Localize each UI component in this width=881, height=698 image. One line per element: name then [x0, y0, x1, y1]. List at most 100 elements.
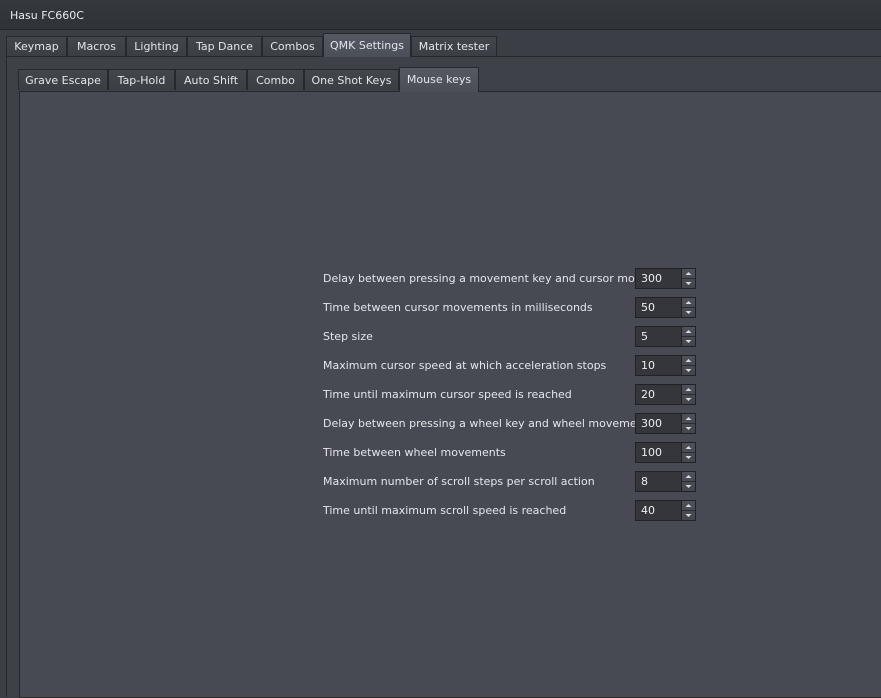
- setting-row: Time until maximum cursor speed is reach…: [323, 384, 703, 406]
- setting-spinbox[interactable]: 50: [635, 297, 696, 318]
- arrow-up-icon: [685, 446, 692, 449]
- setting-spinbox[interactable]: 10: [635, 355, 696, 376]
- arrow-up-icon: [685, 475, 692, 478]
- spinbox-buttons: [681, 269, 695, 288]
- tab-combos[interactable]: Combos: [262, 36, 323, 56]
- spinbox-value[interactable]: 100: [641, 446, 662, 459]
- tab-keymap[interactable]: Keymap: [6, 36, 67, 56]
- spin-up-button[interactable]: [682, 414, 695, 424]
- arrow-up-icon: [685, 301, 692, 304]
- arrow-down-icon: [685, 282, 692, 285]
- setting-row: Step size 5: [323, 326, 703, 348]
- arrow-down-icon: [685, 514, 692, 517]
- spin-down-button[interactable]: [682, 308, 695, 317]
- tab-matrix-tester[interactable]: Matrix tester: [411, 36, 497, 56]
- setting-label: Time between wheel movements: [323, 446, 506, 459]
- main-tab-bar: Keymap Macros Lighting Tap Dance Combos …: [0, 30, 881, 57]
- setting-row: Delay between pressing a movement key an…: [323, 268, 703, 290]
- spin-up-button[interactable]: [682, 472, 695, 482]
- spinbox-buttons: [681, 327, 695, 346]
- setting-row: Delay between pressing a wheel key and w…: [323, 413, 703, 435]
- arrow-up-icon: [685, 359, 692, 362]
- arrow-down-icon: [685, 311, 692, 314]
- arrow-down-icon: [685, 427, 692, 430]
- setting-spinbox[interactable]: 300: [635, 413, 696, 434]
- setting-label: Time until maximum cursor speed is reach…: [323, 388, 572, 401]
- setting-spinbox[interactable]: 100: [635, 442, 696, 463]
- setting-label: Time until maximum scroll speed is reach…: [323, 504, 567, 517]
- spin-up-button[interactable]: [682, 298, 695, 308]
- subtab-auto-shift[interactable]: Auto Shift: [175, 69, 247, 90]
- setting-row: Maximum number of scroll steps per scrol…: [323, 471, 703, 493]
- setting-row: Time between cursor movements in millise…: [323, 297, 703, 319]
- arrow-down-icon: [685, 485, 692, 488]
- spin-up-button[interactable]: [682, 327, 695, 337]
- spin-up-button[interactable]: [682, 501, 695, 511]
- setting-label: Time between cursor movements in millise…: [323, 301, 593, 314]
- setting-spinbox[interactable]: 40: [635, 500, 696, 521]
- arrow-down-icon: [685, 340, 692, 343]
- setting-row: Time between wheel movements 100: [323, 442, 703, 464]
- spinbox-buttons: [681, 443, 695, 462]
- setting-spinbox[interactable]: 300: [635, 268, 696, 289]
- setting-spinbox[interactable]: 8: [635, 471, 696, 492]
- title-bar: Hasu FC660C: [0, 0, 881, 30]
- spin-up-button[interactable]: [682, 385, 695, 395]
- spinbox-buttons: [681, 501, 695, 520]
- window-title: Hasu FC660C: [10, 9, 84, 22]
- spinbox-value[interactable]: 40: [641, 504, 655, 517]
- spinbox-value[interactable]: 20: [641, 388, 655, 401]
- setting-label: Delay between pressing a movement key an…: [323, 272, 677, 285]
- spin-down-button[interactable]: [682, 279, 695, 288]
- spinbox-buttons: [681, 298, 695, 317]
- subtab-mouse-keys[interactable]: Mouse keys: [399, 67, 479, 92]
- spinbox-buttons: [681, 385, 695, 404]
- spin-up-button[interactable]: [682, 443, 695, 453]
- spinbox-buttons: [681, 414, 695, 433]
- spin-down-button[interactable]: [682, 511, 695, 520]
- setting-row: Time until maximum scroll speed is reach…: [323, 500, 703, 522]
- setting-label: Maximum number of scroll steps per scrol…: [323, 475, 595, 488]
- spin-down-button[interactable]: [682, 424, 695, 433]
- spinbox-value[interactable]: 300: [641, 272, 662, 285]
- spinbox-buttons: [681, 356, 695, 375]
- arrow-up-icon: [685, 388, 692, 391]
- spin-up-button[interactable]: [682, 269, 695, 279]
- sub-tab-bar: Grave Escape Tap-Hold Auto Shift Combo O…: [7, 57, 881, 92]
- spin-up-button[interactable]: [682, 356, 695, 366]
- spinbox-value[interactable]: 50: [641, 301, 655, 314]
- spin-down-button[interactable]: [682, 395, 695, 404]
- subtab-tap-hold[interactable]: Tap-Hold: [108, 69, 175, 90]
- setting-spinbox[interactable]: 5: [635, 326, 696, 347]
- subtab-one-shot-keys[interactable]: One Shot Keys: [304, 69, 399, 90]
- spin-down-button[interactable]: [682, 482, 695, 491]
- subtab-grave-escape[interactable]: Grave Escape: [18, 69, 108, 90]
- arrow-down-icon: [685, 398, 692, 401]
- spinbox-value[interactable]: 300: [641, 417, 662, 430]
- setting-label: Step size: [323, 330, 373, 343]
- qmk-settings-pane: Grave Escape Tap-Hold Auto Shift Combo O…: [6, 56, 881, 698]
- setting-label: Delay between pressing a wheel key and w…: [323, 417, 648, 430]
- spinbox-value[interactable]: 8: [641, 475, 648, 488]
- spinbox-value[interactable]: 10: [641, 359, 655, 372]
- spin-down-button[interactable]: [682, 337, 695, 346]
- mouse-keys-panel: Delay between pressing a movement key an…: [19, 91, 881, 698]
- spin-down-button[interactable]: [682, 453, 695, 462]
- spin-down-button[interactable]: [682, 366, 695, 375]
- spinbox-buttons: [681, 472, 695, 491]
- tab-tap-dance[interactable]: Tap Dance: [187, 36, 262, 56]
- tab-lighting[interactable]: Lighting: [126, 36, 187, 56]
- setting-label: Maximum cursor speed at which accelerati…: [323, 359, 607, 372]
- arrow-up-icon: [685, 272, 692, 275]
- arrow-down-icon: [685, 456, 692, 459]
- tab-qmk-settings[interactable]: QMK Settings: [323, 33, 411, 57]
- setting-spinbox[interactable]: 20: [635, 384, 696, 405]
- tab-macros[interactable]: Macros: [67, 36, 126, 56]
- setting-row: Maximum cursor speed at which accelerati…: [323, 355, 703, 377]
- app-window: Hasu FC660C Keymap Macros Lighting Tap D…: [0, 0, 881, 698]
- arrow-up-icon: [685, 504, 692, 507]
- spinbox-value[interactable]: 5: [641, 330, 648, 343]
- arrow-up-icon: [685, 417, 692, 420]
- subtab-combo[interactable]: Combo: [247, 69, 304, 90]
- arrow-down-icon: [685, 369, 692, 372]
